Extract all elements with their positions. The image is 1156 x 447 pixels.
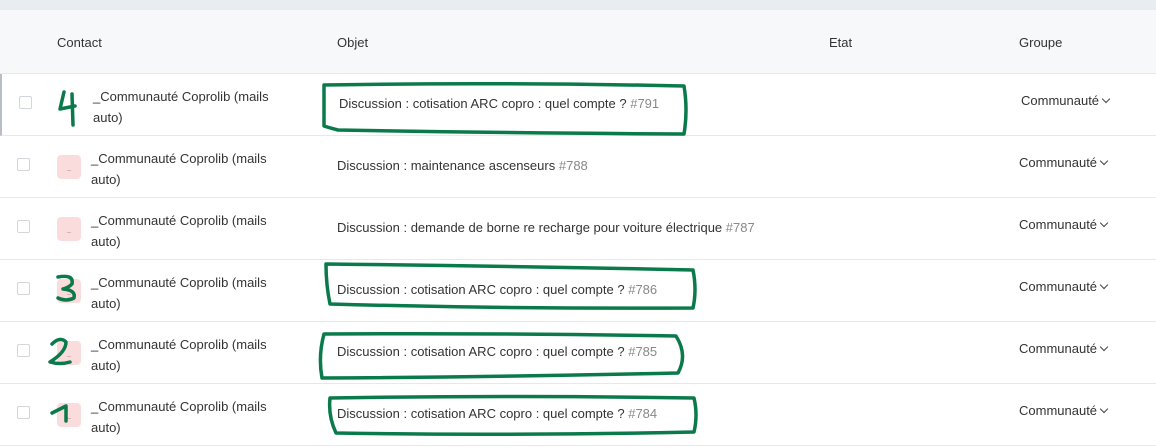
contact-name: _Communauté Coprolib (mails auto) <box>91 151 267 187</box>
group-label: Communauté <box>1019 403 1098 418</box>
ticket-number: #786 <box>628 282 658 297</box>
group-label: Communauté <box>1019 217 1098 232</box>
column-header-etat[interactable]: Etat <box>829 35 852 50</box>
contact-name: _Communauté Coprolib (mails auto) <box>91 213 267 249</box>
avatar <box>57 155 81 179</box>
subject-text: Discussion : cotisation ARC copro : quel… <box>337 344 625 359</box>
subject-text: Discussion : cotisation ARC copro : quel… <box>339 96 627 111</box>
table-header: Contact Objet Etat Groupe <box>0 10 1156 74</box>
group-label: Communauté <box>1021 93 1100 108</box>
contact-name: _Communauté Coprolib (mails auto) <box>91 275 267 311</box>
chevron-down-icon <box>1099 280 1109 290</box>
subject-text: Discussion : cotisation ARC copro : quel… <box>337 406 625 421</box>
contact-name: _Communauté Coprolib (mails auto) <box>91 399 267 435</box>
contact-name: _Communauté Coprolib (mails auto) <box>91 337 267 373</box>
column-header-objet[interactable]: Objet <box>337 35 368 50</box>
group-dropdown[interactable]: Communauté <box>1019 217 1109 232</box>
avatar <box>57 403 81 427</box>
ticket-number: #788 <box>558 158 588 173</box>
row-checkbox[interactable] <box>19 96 32 109</box>
row-checkbox[interactable] <box>17 158 30 171</box>
subject-link[interactable]: Discussion : cotisation ARC copro : quel… <box>337 344 657 359</box>
group-dropdown[interactable]: Communauté <box>1019 403 1109 418</box>
table-row[interactable]: _Communauté Coprolib (mails auto) Discus… <box>0 322 1156 384</box>
contact-name: _Communauté Coprolib (mails auto) <box>93 89 269 125</box>
row-checkbox[interactable] <box>17 344 30 357</box>
table-row[interactable]: _Communauté Coprolib (mails auto) Discus… <box>0 384 1156 446</box>
subject-link[interactable]: Discussion : cotisation ARC copro : quel… <box>337 406 657 421</box>
ticket-number: #785 <box>628 344 658 359</box>
row-checkbox[interactable] <box>17 282 30 295</box>
group-dropdown[interactable]: Communauté <box>1019 341 1109 356</box>
table-row[interactable]: _Communauté Coprolib (mails auto) Discus… <box>0 198 1156 260</box>
subject-link[interactable]: Discussion : cotisation ARC copro : quel… <box>339 96 659 111</box>
group-dropdown[interactable]: Communauté <box>1019 279 1109 294</box>
chevron-down-icon <box>1099 342 1109 352</box>
top-bar <box>0 0 1156 10</box>
subject-link[interactable]: Discussion : maintenance ascenseurs #788 <box>337 158 588 173</box>
chevron-down-icon <box>1099 218 1109 228</box>
subject-link[interactable]: Discussion : cotisation ARC copro : quel… <box>337 282 657 297</box>
chevron-down-icon <box>1101 94 1111 104</box>
group-dropdown[interactable]: Communauté <box>1019 155 1109 170</box>
row-checkbox[interactable] <box>17 220 30 233</box>
table-row[interactable]: _Communauté Coprolib (mails auto) Discus… <box>0 74 1156 136</box>
row-checkbox[interactable] <box>17 406 30 419</box>
group-label: Communauté <box>1019 279 1098 294</box>
avatar <box>57 279 81 303</box>
subject-link[interactable]: Discussion : demande de borne re recharg… <box>337 220 755 235</box>
ticket-number: #791 <box>630 96 660 111</box>
chevron-down-icon <box>1099 404 1109 414</box>
column-header-contact[interactable]: Contact <box>57 35 102 50</box>
group-label: Communauté <box>1019 341 1098 356</box>
avatar <box>57 341 81 365</box>
group-label: Communauté <box>1019 155 1098 170</box>
avatar <box>57 217 81 241</box>
table-row[interactable]: _Communauté Coprolib (mails auto) Discus… <box>0 136 1156 198</box>
subject-text: Discussion : cotisation ARC copro : quel… <box>337 282 625 297</box>
column-header-groupe[interactable]: Groupe <box>1019 35 1062 50</box>
chevron-down-icon <box>1099 156 1109 166</box>
ticket-number: #787 <box>725 220 755 235</box>
table-row[interactable]: _Communauté Coprolib (mails auto) Discus… <box>0 260 1156 322</box>
group-dropdown[interactable]: Communauté <box>1021 93 1111 108</box>
subject-text: Discussion : maintenance ascenseurs <box>337 158 556 173</box>
ticket-number: #784 <box>628 406 658 421</box>
subject-text: Discussion : demande de borne re recharg… <box>337 220 723 235</box>
